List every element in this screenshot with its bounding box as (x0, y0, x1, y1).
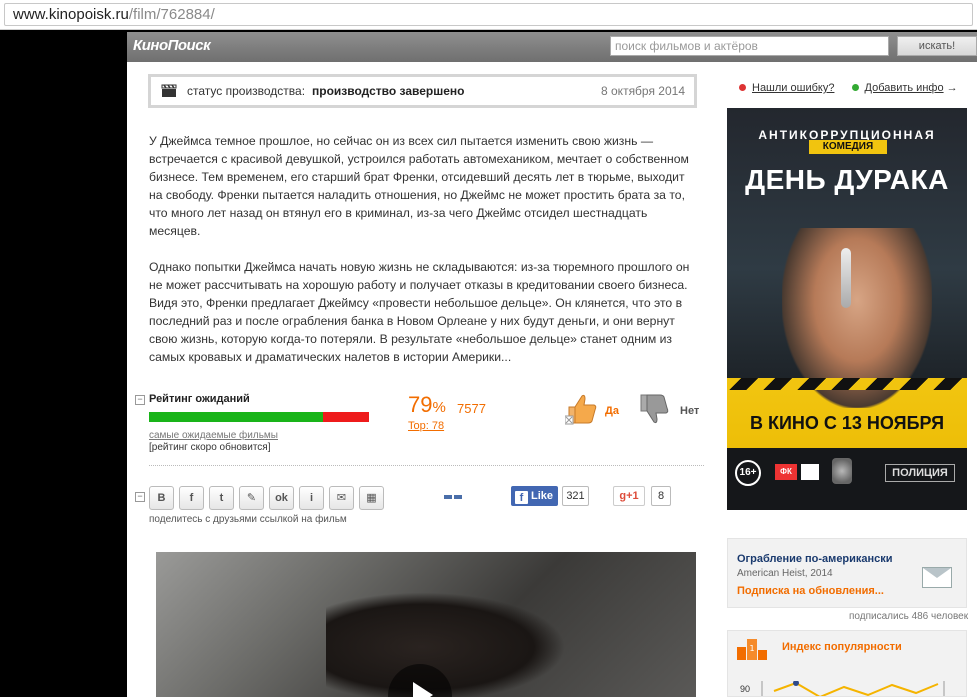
production-status-box: статус производства: производство заверш… (148, 74, 697, 108)
browser-address-bar: www.kinopoisk.ru/film/762884/ (0, 0, 977, 30)
rating-bar (149, 412, 369, 422)
top-rank-link[interactable]: Top: 78 (408, 420, 444, 432)
poster-genre: КОМЕДИЯ (809, 140, 887, 154)
svg-text:1: 1 (749, 644, 754, 653)
google-plus-button[interactable]: g+1 (613, 486, 645, 506)
status-date: 8 октября 2014 (601, 84, 685, 98)
subscription-film-title: Ограбление по-американски (737, 553, 893, 565)
subscription-box: Ограбление по-американски American Heist… (727, 538, 967, 608)
popularity-chart (761, 681, 945, 696)
vote-yes-label[interactable]: Да (605, 405, 619, 417)
most-awaited-link[interactable]: самые ожидаемые фильмы (149, 430, 278, 441)
liveinternet-icon[interactable]: i (299, 486, 324, 510)
rating-votes: 7577 (457, 401, 486, 416)
rating-note: [рейтинг скоро обновится] (149, 442, 271, 453)
rating-bar-negative (322, 412, 369, 422)
clapperboard-icon (161, 84, 177, 97)
fund-logo (801, 464, 819, 480)
rating-title: Рейтинг ожиданий (149, 393, 250, 405)
podium-icon: 1 (737, 639, 767, 660)
add-info-link[interactable]: Добавить инфо (865, 82, 944, 94)
vote-no-label[interactable]: Нет (680, 405, 699, 417)
url-field[interactable]: www.kinopoisk.ru/film/762884/ (4, 3, 973, 26)
poster-title: ДЕНЬ ДУРАКА (745, 164, 949, 195)
qr-code-icon[interactable]: ▦ (359, 486, 384, 510)
arrow-right-icon: → (946, 82, 958, 94)
twitter-icon[interactable]: t (209, 486, 234, 510)
emblem-logo (832, 458, 852, 484)
poster-release-date: В КИНО С 13 НОЯБРЯ (749, 413, 945, 433)
poster-spoon-image (841, 248, 851, 308)
description-paragraph-1: У Джеймса темное прошлое, но сейчас он и… (149, 134, 689, 238)
trailer-video[interactable] (156, 552, 696, 697)
facebook-icon: f (515, 491, 528, 504)
site-header: КиноПоиск поиск фильмов и актёров искать… (127, 32, 977, 62)
google-plus-count: 8 (651, 486, 671, 506)
search-button[interactable]: искать! (897, 36, 977, 56)
status-label: статус производства: (187, 84, 306, 98)
facebook-like-count: 321 (562, 486, 589, 506)
fk-logo: ФК (775, 464, 797, 480)
divider (149, 465, 704, 466)
rating-percent: 79% (408, 392, 446, 417)
info-links: Нашли ошибку? Добавить инфо → (739, 82, 958, 94)
facebook-like-button[interactable]: f Like (511, 486, 558, 506)
status-value: производство завершено (312, 84, 465, 98)
subscriber-count: подписались 486 человек (849, 611, 969, 622)
share-caption: поделитесь с друзьями ссылкой на фильм (149, 514, 347, 525)
add-dot-icon (851, 84, 859, 91)
age-rating-badge: 16+ (735, 460, 761, 486)
thumbs-down-icon[interactable] (637, 392, 671, 426)
vkontakte-icon[interactable]: B (149, 486, 174, 510)
rating-bar-positive (149, 412, 323, 422)
error-dot-icon (739, 84, 746, 91)
poster-stripes (727, 378, 967, 390)
popularity-title[interactable]: Индекс популярности (782, 641, 902, 653)
envelope-icon[interactable] (922, 567, 952, 588)
report-error-link[interactable]: Нашли ошибку? (752, 82, 834, 94)
police-badge: ПОЛИЦИЯ (885, 464, 955, 482)
poster-logos: 16+ ФК ПОЛИЦИЯ (727, 448, 967, 510)
url-text: www.kinopoisk.ru/film/762884/ (13, 6, 215, 23)
subscription-original-title: American Heist, 2014 (737, 568, 833, 579)
livejournal-icon[interactable]: ✎ (239, 486, 264, 510)
film-page: статус производства: производство заверш… (127, 62, 977, 697)
description-paragraph-2: Однако попытки Джеймса начать новую жизн… (149, 260, 690, 364)
collapse-rating-icon[interactable]: − (135, 395, 145, 405)
kinopoisk-logo[interactable]: КиноПоиск (133, 37, 211, 54)
loading-indicator (444, 495, 462, 499)
thumbs-up-icon[interactable] (565, 392, 599, 426)
email-icon[interactable]: ✉ (329, 486, 354, 510)
film-description: У Джеймса темное прошлое, но сейчас он и… (149, 132, 694, 384)
odnoklassniki-icon[interactable]: ok (269, 486, 294, 510)
popularity-box: 1 Индекс популярности 90 (727, 630, 967, 697)
collapse-share-icon[interactable]: − (135, 492, 145, 502)
subscribe-link[interactable]: Подписка на обновления... (737, 585, 884, 597)
advertisement-poster[interactable]: АНТИКОРРУПЦИОННАЯ КОМЕДИЯ ДЕНЬ ДУРАКА В … (727, 108, 967, 510)
search-input[interactable]: поиск фильмов и актёров (610, 36, 889, 56)
facebook-icon[interactable]: f (179, 486, 204, 510)
